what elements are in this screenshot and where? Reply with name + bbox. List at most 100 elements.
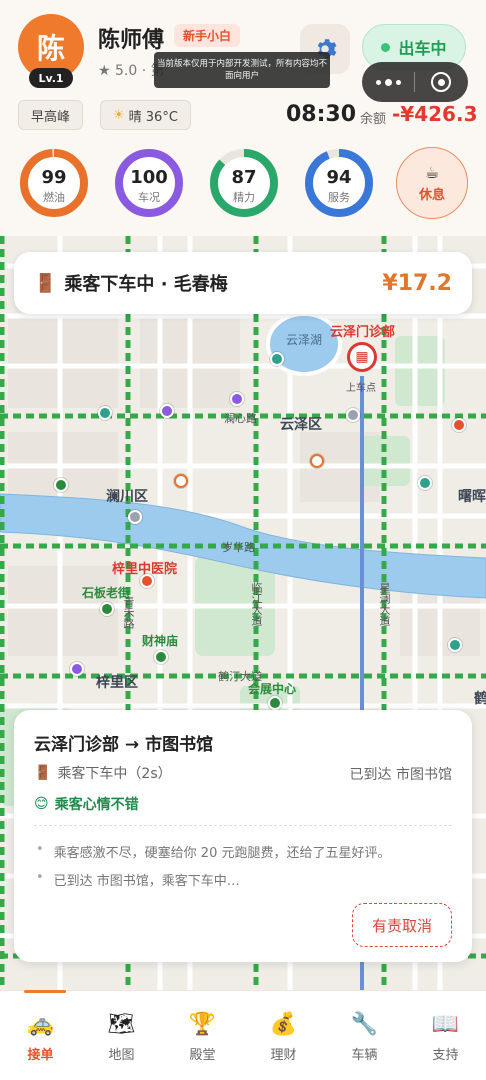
poi-label-temple: 财神庙 [142,634,179,648]
poi-tree-icon[interactable] [100,602,114,616]
gauge-value: 100 [130,167,168,188]
map-icon: 🗺 [107,1012,136,1037]
gauge-value: 94 [326,167,352,188]
poi-label-old-street: 石板老街 [82,586,131,600]
poi-house-icon[interactable] [448,638,462,652]
clinic-marker-icon[interactable]: ▦ [347,342,377,372]
traffic-chip: 早高峰 [18,100,84,130]
nav-item-1[interactable]: 🗺 地图 [81,991,162,1080]
district-label-zili: 梓里区 [96,675,138,691]
gauge-label: 燃油 [43,191,65,204]
poi-tree-icon[interactable] [154,650,168,664]
district-label-lanchuan: 澜川区 [106,489,148,505]
nav-label: 殿堂 [189,1048,216,1063]
road-label-xinglan: 星澜大道 [378,582,391,626]
smile-icon: 😊 [34,796,49,812]
poi-building-icon[interactable] [346,408,360,422]
dropoff-status-text: 乘客下车中 · 毛春梅 [64,274,228,295]
taxi-icon: 🚕 [26,1012,55,1037]
online-dot-icon [381,42,391,52]
passenger-mood-text: 乘客心情不错 [54,797,139,813]
poi-tree-icon[interactable] [54,478,68,492]
online-status-label: 出车中 [398,39,447,58]
gauge-value: 87 [231,167,257,188]
close-target-icon[interactable] [415,72,467,92]
card-divider [34,825,452,826]
nav-item-0[interactable]: 🚕 接单 [0,991,81,1080]
more-dots-icon[interactable] [362,78,414,86]
poi-landmark-icon[interactable] [230,392,244,406]
liable-cancel-button[interactable]: 有责取消 [352,903,452,947]
nav-label: 车辆 [351,1048,378,1063]
road-label-lanxin: 澜心路 [224,412,257,425]
poi-tree-icon[interactable] [268,696,282,710]
weather-label: 晴 36°C [128,109,178,125]
gauge-label: 服务 [328,191,350,204]
poi-landmark-icon[interactable] [70,662,84,676]
district-label-edge: 鹤 [474,691,486,707]
nav-label: 接单 [27,1048,54,1063]
sun-icon: ☀ [113,107,125,123]
pickup-label: 上车点 [346,383,376,394]
nav-item-2[interactable]: 🏆 殿堂 [162,991,243,1080]
bottom-nav: 🚕 接单 🗺 地图 🏆 殿堂 💰 理财 🔧 车辆 📖 支持 [0,990,486,1080]
poi-building-icon[interactable] [128,510,142,524]
trip-route: 云泽门诊部 → 市图书馆 [34,735,214,755]
poi-hospital-icon[interactable] [452,418,466,432]
district-label-shuhui: 曙晖 [458,489,486,505]
poi-house-icon[interactable] [418,476,432,490]
game-clock: 08:30 [286,102,357,127]
trip-log-text: 乘客感激不尽，硬塞给你 20 元跑腿费，还给了五星好评。 [53,846,391,861]
coffee-icon: ☕ [424,163,440,182]
newbie-badge: 新手小白 [174,24,241,47]
poi-house-icon[interactable] [98,406,112,420]
poi-house-icon[interactable] [270,352,284,366]
poi-hospital-icon[interactable] [140,574,154,588]
driver-name: 陈师傅 [98,28,165,53]
avatar-initial: 陈 [36,32,65,65]
trip-log-item: • 乘客感激不尽，硬塞给你 20 元跑腿费，还给了五星好评。 [36,842,391,861]
road-label-suihua: 岁华路 [222,541,255,554]
stat-gauge-2: 87 精力 [208,147,280,219]
nav-label: 支持 [432,1048,459,1063]
poi-landmark-icon[interactable] [160,404,174,418]
dropoff-status-card[interactable]: 🚪 乘客下车中 · 毛春梅 ¥17.2 [14,252,472,314]
gauge-label: 精力 [233,191,255,204]
nav-item-3[interactable]: 💰 理财 [243,991,324,1080]
door-icon: 🚪 [34,272,57,294]
balance-value: -¥426.3 [392,102,478,126]
trip-arrived-text: 已到达 市图书馆 [349,767,452,783]
trip-status: 🚪 乘客下车中（2s） [34,763,172,783]
rest-button[interactable]: ☕ 休息 [396,147,468,219]
fare-amount: ¥17.2 [382,270,452,296]
stat-gauge-1: 100 车况 [113,147,185,219]
passenger-mood: 😊 乘客心情不错 [34,794,139,814]
poi-shop-icon[interactable] [310,454,324,468]
nav-item-4[interactable]: 🔧 车辆 [324,991,405,1080]
rest-label: 休息 [418,188,445,203]
trip-detail-card: 云泽门诊部 → 市图书馆 🚪 乘客下车中（2s） 已到达 市图书馆 😊 乘客心情… [14,710,472,962]
book-icon: 📖 [431,1012,460,1037]
district-label-yunze: 云泽区 [280,417,322,433]
dev-notice-toast: 当前版本仅用于内部开发测试，所有内容均不面向用户 [154,52,330,88]
stat-gauge-3: 94 服务 [303,147,375,219]
clinic-label: 云泽门诊部 [330,325,396,340]
money-bag-icon: 💰 [269,1012,298,1037]
wrench-icon: 🔧 [350,1012,379,1037]
trophy-icon: 🏆 [188,1012,217,1037]
nav-label: 地图 [108,1048,135,1063]
gauge-label: 车况 [138,191,160,204]
nav-active-indicator [24,990,66,993]
trip-status-text: 乘客下车中（2s） [57,766,172,782]
gauge-value: 99 [41,167,67,188]
road-label-linjiang: 临江大道 [250,582,263,626]
miniprogram-capsule [362,62,468,102]
poi-shop-icon[interactable] [174,474,188,488]
nav-item-5[interactable]: 📖 支持 [405,991,486,1080]
trip-log-item: • 已到达 市图书馆，乘客下车中… [36,870,240,889]
nav-label: 理财 [270,1048,297,1063]
level-badge: Lv.1 [29,68,73,88]
poi-label-expo: 会展中心 [248,682,297,696]
lake-label: 云泽湖 [286,333,323,347]
driver-header: 陈 Lv.1 陈师傅 新手小白 ★ 5.0 · 第 出车中 当前版本仅用于内部开… [0,0,486,236]
